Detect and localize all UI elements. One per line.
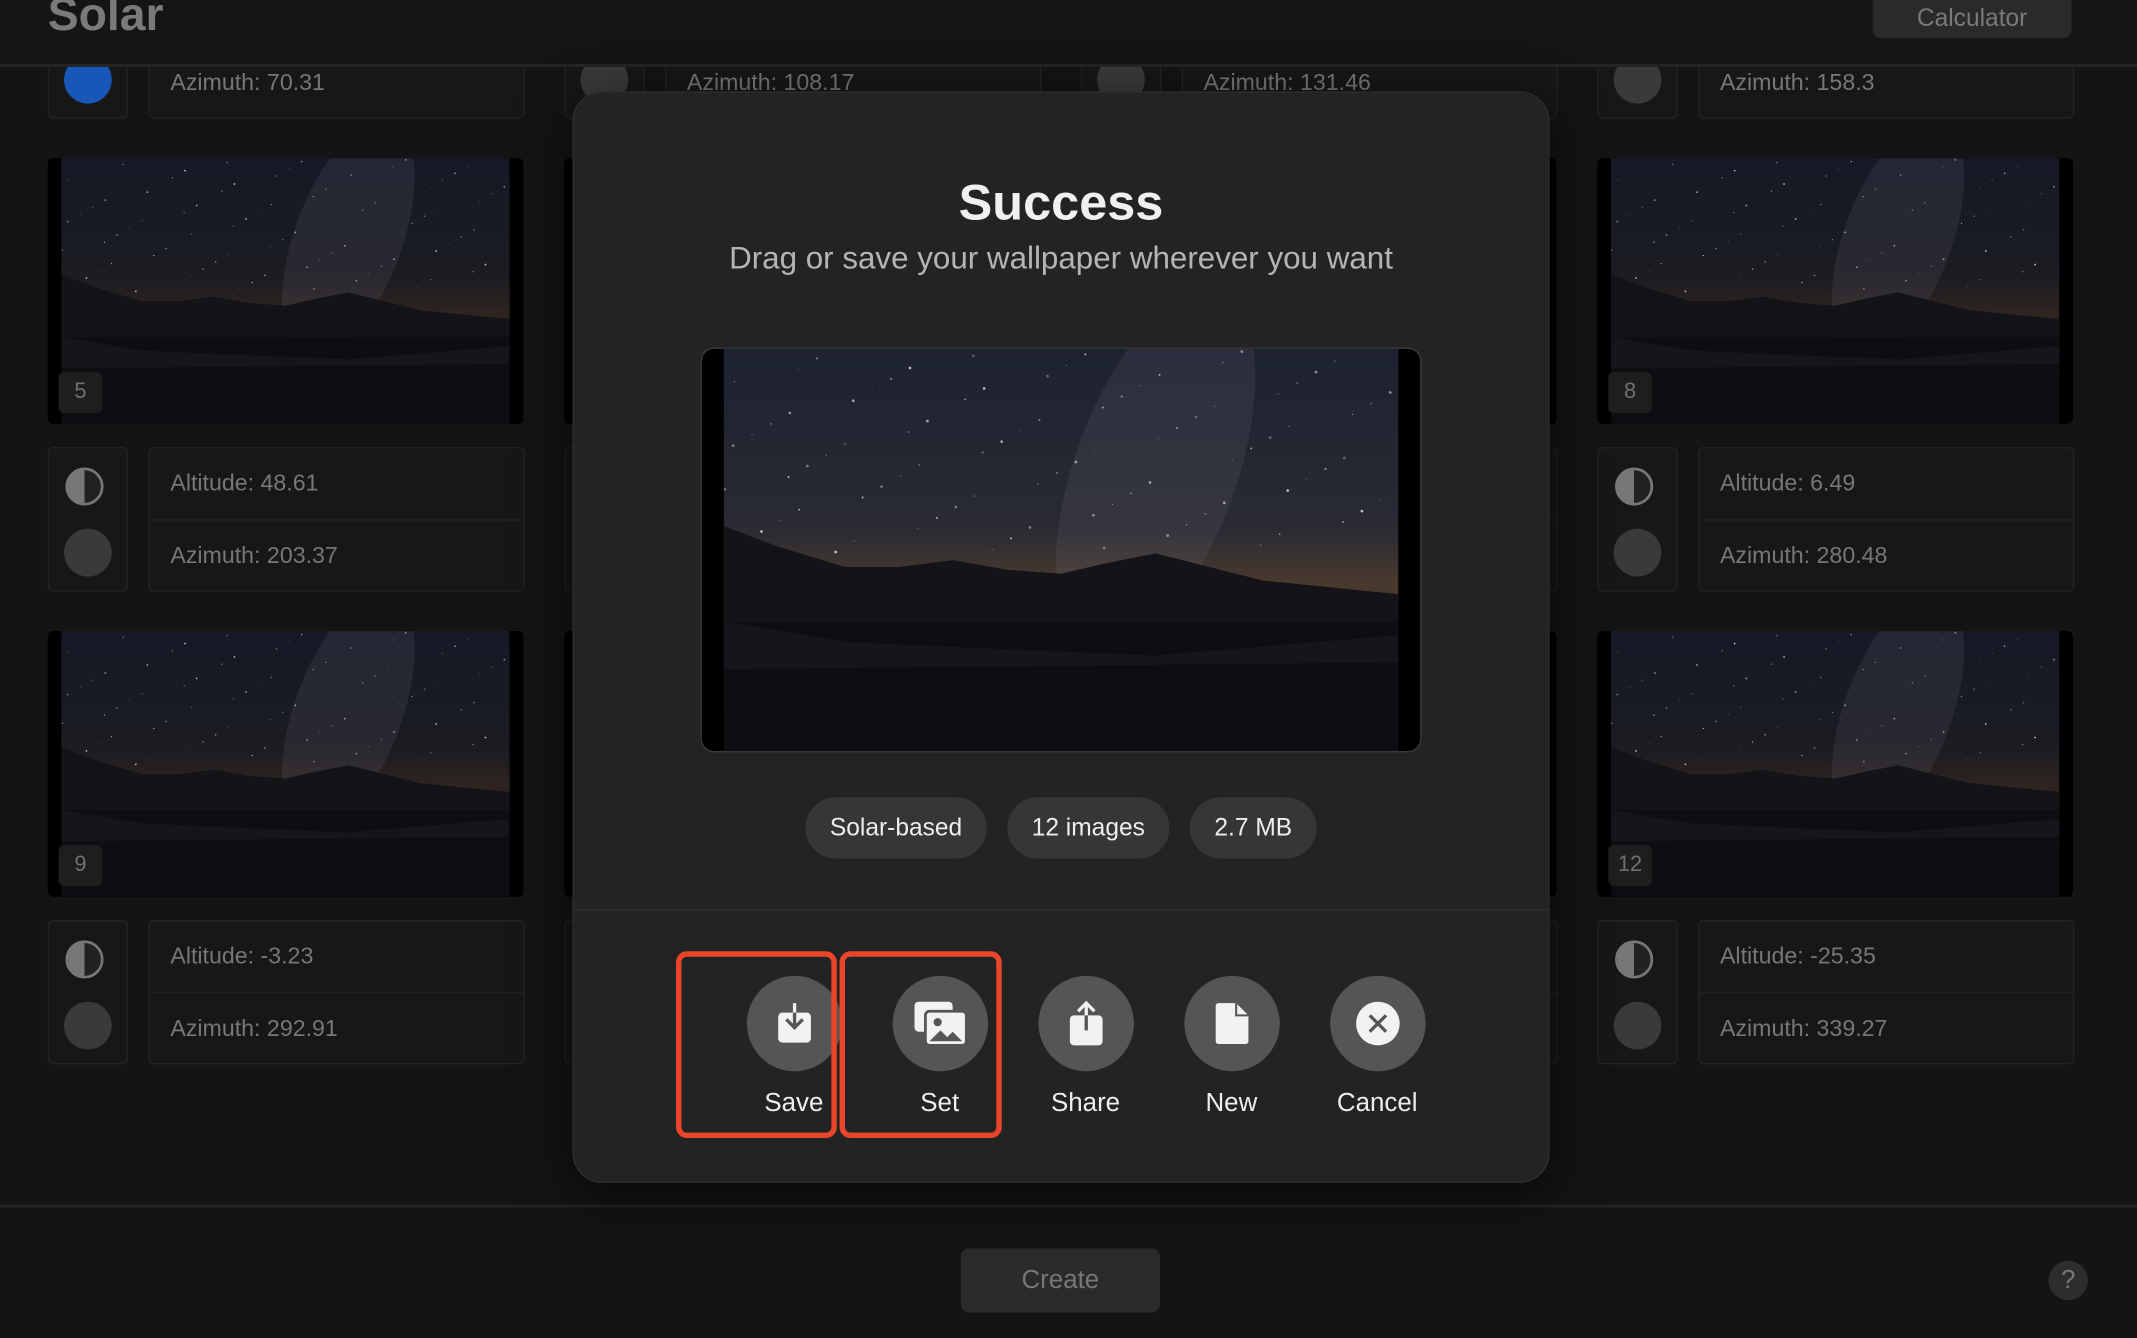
tile-info: Altitude: -3.23 Azimuth: 292.91 [148, 919, 525, 1065]
appearance-toggle-icon[interactable] [1615, 940, 1654, 979]
position-indicator-icon[interactable] [64, 528, 112, 577]
highlight-set [839, 951, 1002, 1139]
tile-number: 9 [58, 844, 103, 886]
appearance-toggle-icon[interactable] [65, 940, 104, 979]
create-button[interactable]: Create [960, 1248, 1160, 1313]
azimuth-value: Azimuth: 280.48 [1699, 519, 2073, 591]
tile-number: 12 [1608, 844, 1652, 886]
tile-info: Altitude: -25.35 Azimuth: 339.27 [1698, 919, 2075, 1065]
dialog-subtitle: Drag or save your wallpaper wherever you… [729, 239, 1393, 276]
night-landscape-image [61, 158, 510, 424]
night-landscape-image [1610, 631, 2060, 897]
tile-icons [47, 447, 129, 592]
new-button[interactable]: New [1158, 975, 1304, 1119]
tile-icons [1597, 919, 1678, 1065]
altitude-value: Altitude: -3.23 [170, 943, 314, 970]
app-title: Solar [47, 0, 164, 41]
wallpaper-preview[interactable] [700, 347, 1422, 753]
new-document-icon [1215, 1003, 1248, 1044]
appearance-toggle-icon[interactable] [65, 467, 104, 506]
help-button[interactable]: ? [2048, 1260, 2088, 1301]
dialog-divider [573, 909, 1549, 911]
wallpaper-tile[interactable]: 8 [1597, 158, 2073, 424]
appearance-toggle-icon[interactable] [1615, 467, 1654, 506]
tile-info: Altitude: 6.49 Azimuth: 280.48 [1698, 447, 2075, 592]
cancel-button[interactable]: Cancel [1304, 975, 1450, 1119]
altitude-value: Altitude: 6.49 [1719, 470, 1856, 497]
tile-icons [47, 919, 129, 1065]
tile-info: Altitude: 48.61 Azimuth: 203.37 [148, 447, 525, 592]
night-landscape-image [1610, 158, 2060, 424]
cancel-x-icon [1355, 1001, 1400, 1046]
calculator-button[interactable]: Calculator [1872, 0, 2072, 39]
azimuth-value: Azimuth: 292.91 [149, 992, 524, 1064]
footer-divider [0, 1204, 2137, 1208]
wallpaper-tile[interactable]: 9 [47, 631, 524, 897]
altitude-value: Altitude: 48.61 [170, 470, 319, 497]
dialog-title: Success [958, 174, 1164, 231]
wallpaper-tile[interactable]: 5 [47, 158, 524, 424]
app-window: Solar Calculator Azimuth: 70.31 Azimuth:… [0, 0, 2137, 1338]
share-icon [1069, 1000, 1102, 1046]
share-button[interactable]: Share [1013, 975, 1159, 1119]
night-landscape-image [61, 631, 510, 897]
chip-image-count: 12 images [1007, 797, 1170, 859]
tile-number: 5 [58, 372, 103, 413]
tile-number: 8 [1608, 372, 1652, 413]
position-indicator-icon[interactable] [1613, 528, 1662, 577]
tile-icons [1597, 447, 1678, 592]
new-label: New [1205, 1088, 1258, 1118]
chip-file-size: 2.7 MB [1189, 797, 1317, 859]
night-landscape-image [723, 348, 1399, 751]
chip-type: Solar-based [805, 797, 987, 859]
position-indicator-icon[interactable] [1613, 1001, 1662, 1050]
info-chips: Solar-based 12 images 2.7 MB [574, 797, 1548, 859]
azimuth-value: Azimuth: 339.27 [1699, 992, 2073, 1064]
azimuth-value: Azimuth: 203.37 [149, 519, 524, 591]
header: Solar Calculator [0, 0, 2137, 67]
share-label: Share [1050, 1088, 1121, 1118]
altitude-value: Altitude: -25.35 [1719, 943, 1876, 970]
highlight-save [675, 951, 837, 1139]
position-indicator-icon[interactable] [64, 1001, 112, 1050]
cancel-label: Cancel [1336, 1088, 1418, 1118]
wallpaper-tile[interactable]: 12 [1597, 631, 2073, 897]
